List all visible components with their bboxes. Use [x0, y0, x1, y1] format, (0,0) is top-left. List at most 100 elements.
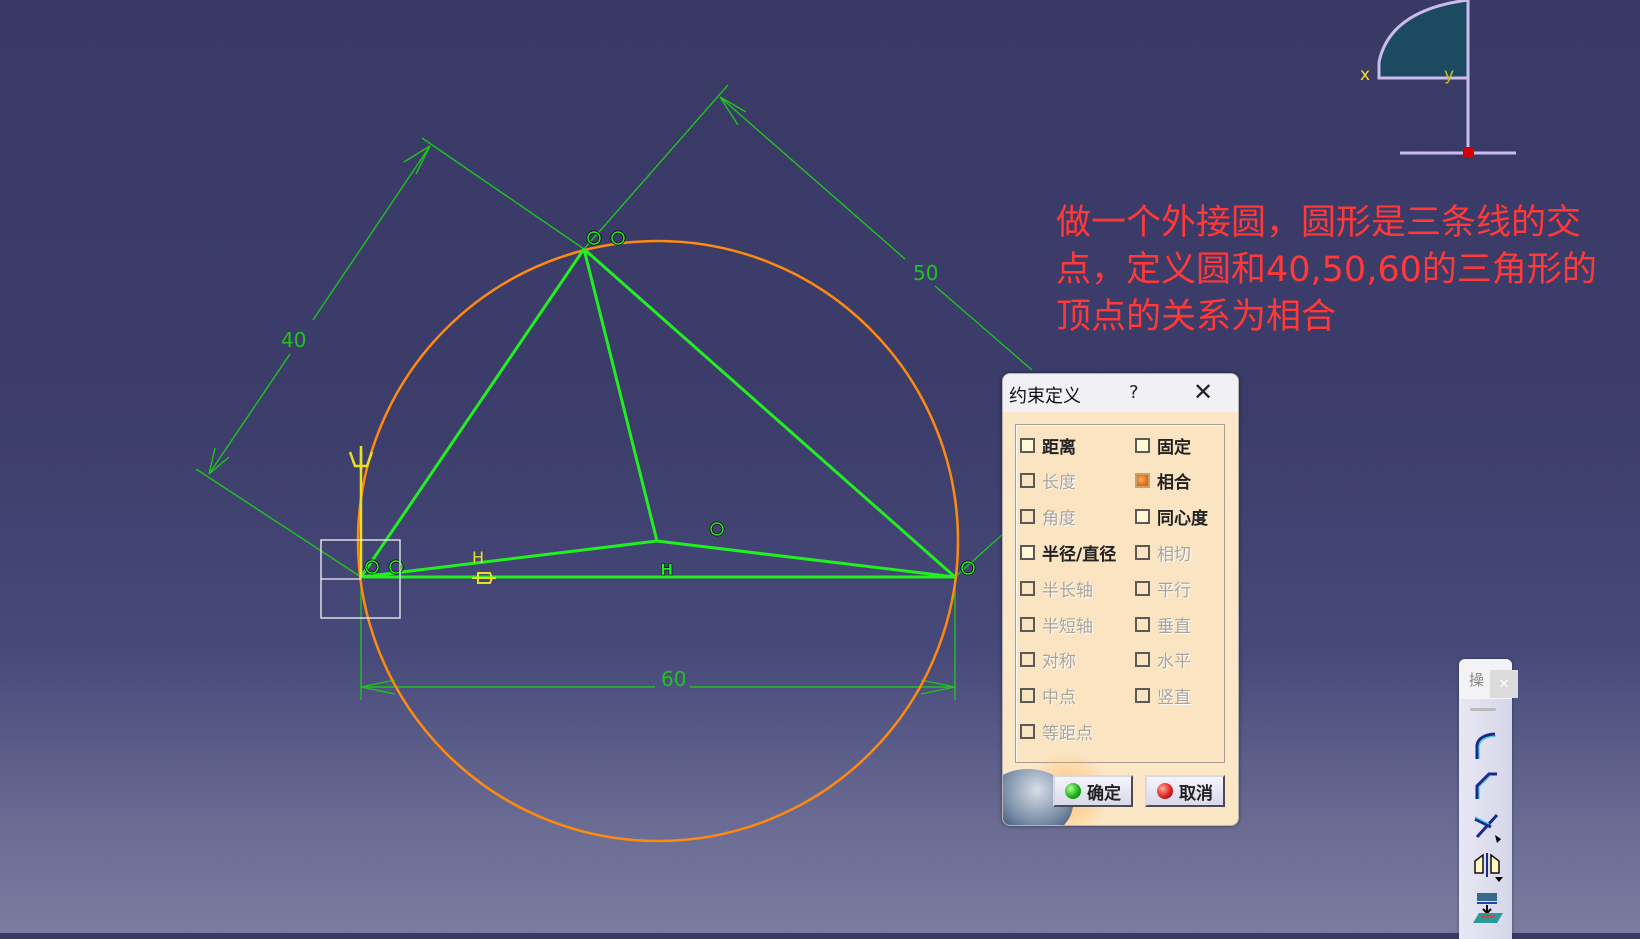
- constraint-option[interactable]: 距离: [1020, 433, 1076, 458]
- constraint-option-label: 竖直: [1157, 688, 1191, 709]
- constraint-option-label: 相合: [1157, 473, 1191, 494]
- constraint-option-label: 半长轴: [1042, 580, 1093, 601]
- constraint-option-label: 长度: [1042, 473, 1076, 494]
- toolbar-header[interactable]: 操 ×: [1459, 659, 1518, 699]
- ok-label: 确定: [1087, 783, 1121, 804]
- constraint-option[interactable]: 固定: [1135, 433, 1191, 458]
- horizontal-constraint-label[interactable]: H: [660, 560, 674, 580]
- help-button[interactable]: ?: [1129, 382, 1139, 403]
- checkbox[interactable]: [1135, 616, 1150, 632]
- toolbar-title: 操: [1469, 671, 1485, 689]
- sketch-canvas[interactable]: x y 40 50 60 H H: [0, 0, 1640, 933]
- project-icon[interactable]: [1471, 891, 1505, 925]
- checkbox[interactable]: [1020, 723, 1035, 739]
- chamfer-icon[interactable]: [1471, 769, 1505, 803]
- ok-button[interactable]: 确定: [1053, 775, 1133, 807]
- checkbox[interactable]: [1020, 544, 1035, 560]
- operation-toolbar[interactable]: 操 ×: [1459, 659, 1518, 939]
- close-button[interactable]: ✕: [1193, 378, 1213, 406]
- checkbox[interactable]: [1020, 580, 1035, 596]
- extension-line: [583, 84, 729, 250]
- constraint-option-label: 水平: [1157, 652, 1191, 673]
- compass-x-label: x: [1360, 65, 1370, 85]
- checkbox[interactable]: [1135, 652, 1150, 668]
- constraint-option[interactable]: 相切: [1135, 540, 1191, 565]
- checkbox[interactable]: [1020, 509, 1035, 525]
- dimension-40-label[interactable]: 40: [281, 328, 306, 352]
- coincidence-markers: [364, 230, 976, 576]
- constraint-option[interactable]: 对称: [1020, 648, 1076, 672]
- horizontal-constraint-label[interactable]: H: [472, 548, 484, 567]
- constraint-option-label: 同心度: [1157, 509, 1208, 530]
- toolbar-grip[interactable]: [1470, 708, 1496, 711]
- coincidence-ring: [961, 561, 975, 575]
- checkbox-checked[interactable]: [1135, 473, 1150, 489]
- dimension-line: [719, 96, 906, 260]
- dimension-line: [934, 285, 1033, 371]
- compass-origin-point[interactable]: [1463, 147, 1474, 158]
- constraint-option[interactable]: 角度: [1020, 505, 1076, 529]
- trim-icon[interactable]: [1471, 809, 1505, 843]
- compass-quadrant: [1377, 0, 1470, 80]
- dimension-50[interactable]: [583, 84, 1033, 578]
- constraint-option[interactable]: 中点: [1020, 684, 1076, 708]
- constraint-option-label: 角度: [1042, 509, 1076, 530]
- coincidence-ring: [710, 522, 724, 536]
- corner-icon[interactable]: [1471, 729, 1505, 763]
- annotation-text: 做一个外接圆，圆形是三条线的交点，定义圆和40,50,60的三角形的顶点的关系为…: [1056, 203, 1597, 337]
- dialog-titlebar[interactable]: 约束定义 ? ✕: [1003, 374, 1238, 412]
- constraint-option-label: 垂直: [1157, 616, 1191, 637]
- constraint-option-label: 平行: [1157, 580, 1191, 601]
- horizontal-constraint-arrow-icon: [472, 572, 496, 584]
- checkbox[interactable]: [1135, 544, 1150, 560]
- constraint-option-label: 固定: [1157, 437, 1191, 458]
- constraint-option[interactable]: 半长轴: [1020, 576, 1093, 601]
- checkbox[interactable]: [1020, 616, 1035, 632]
- construction-line[interactable]: [582, 248, 659, 542]
- checkbox[interactable]: [1135, 509, 1150, 525]
- checkbox[interactable]: [1020, 652, 1035, 668]
- coincidence-ring: [611, 231, 625, 245]
- checkbox[interactable]: [1020, 688, 1035, 704]
- cancel-label: 取消: [1179, 783, 1213, 804]
- compass-y-label: y: [1444, 65, 1454, 85]
- constraint-option[interactable]: 半径/直径: [1020, 540, 1117, 565]
- dimension-40[interactable]: [195, 137, 585, 578]
- dimension-60-label[interactable]: 60: [661, 667, 686, 691]
- dimension-60[interactable]: [360, 577, 956, 700]
- constraint-option[interactable]: 平行: [1135, 576, 1191, 601]
- dimension-line: [208, 353, 291, 475]
- constraint-option-label: 距离: [1042, 437, 1076, 458]
- triangle[interactable]: [359, 247, 956, 579]
- extension-line: [421, 137, 585, 250]
- constraint-option[interactable]: 垂直: [1135, 612, 1191, 637]
- dimension-50-label[interactable]: 50: [913, 261, 938, 285]
- dialog-title: 约束定义: [1009, 386, 1081, 407]
- toolbar-close-button[interactable]: ×: [1490, 670, 1518, 698]
- constraint-option[interactable]: 长度: [1020, 469, 1076, 493]
- compass-widget[interactable]: x y: [1360, 0, 1516, 158]
- constraint-option-label: 等距点: [1042, 723, 1093, 744]
- checkbox[interactable]: [1135, 580, 1150, 596]
- construction-polyline[interactable]: [360, 539, 956, 579]
- constraint-option-label: 半径/直径: [1042, 544, 1117, 565]
- mirror-icon[interactable]: [1471, 849, 1505, 883]
- constraint-option-label: 中点: [1042, 688, 1076, 709]
- cancel-button[interactable]: 取消: [1145, 775, 1225, 807]
- checkbox[interactable]: [1135, 437, 1150, 453]
- checkbox[interactable]: [1020, 437, 1035, 453]
- triangle-side-50[interactable]: [583, 247, 956, 579]
- triangle-side-40[interactable]: [359, 248, 586, 578]
- constraint-option[interactable]: 同心度: [1135, 505, 1208, 529]
- dimension-line: [312, 145, 431, 321]
- constraint-option[interactable]: 半短轴: [1020, 612, 1093, 637]
- constraint-option[interactable]: 水平: [1135, 648, 1191, 672]
- constraint-option[interactable]: 竖直: [1135, 684, 1191, 708]
- constraint-option[interactable]: 相合: [1135, 469, 1191, 493]
- constraint-option[interactable]: 等距点: [1020, 719, 1093, 744]
- constraint-definition-dialog[interactable]: 约束定义 ? ✕ 距离长度角度半径/直径半长轴半短轴对称中点等距点 固定相合同心…: [1002, 373, 1239, 826]
- extension-line: [195, 468, 362, 578]
- checkbox[interactable]: [1020, 473, 1035, 489]
- constraint-option-label: 半短轴: [1042, 616, 1093, 637]
- checkbox[interactable]: [1135, 688, 1150, 704]
